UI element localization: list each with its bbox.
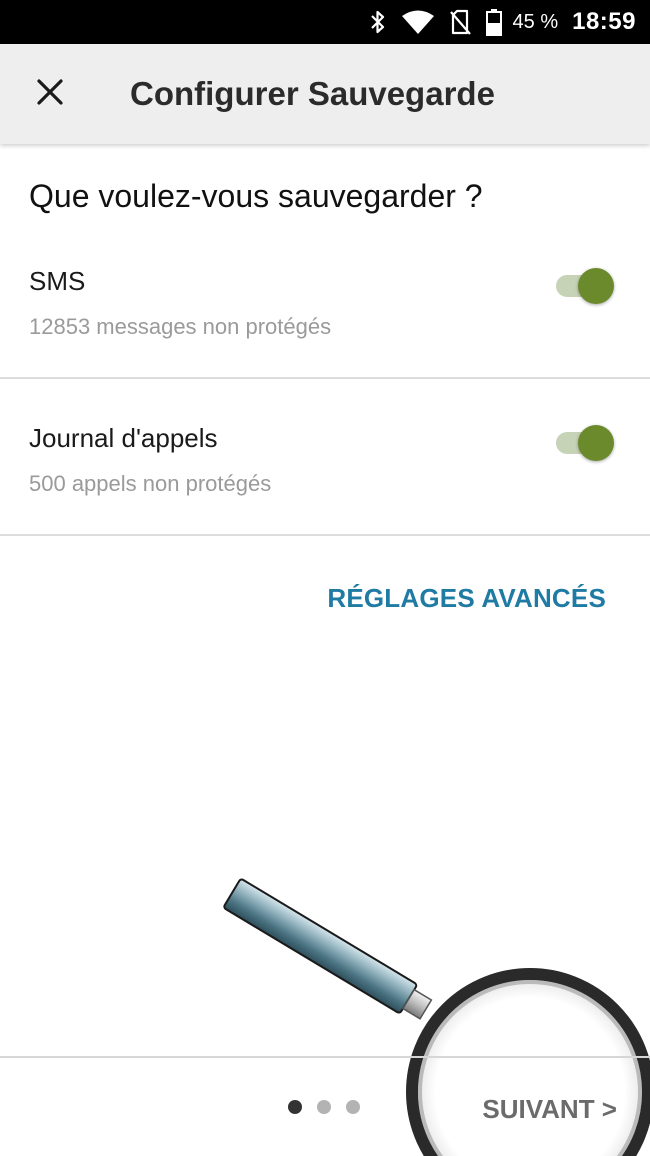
battery-icon — [485, 8, 503, 36]
option-row-call-log[interactable]: Journal d'appels 500 appels non protégés — [0, 379, 650, 536]
toggle-thumb — [578, 268, 614, 304]
status-clock: 18:59 — [572, 8, 636, 35]
wifi-icon — [401, 9, 435, 35]
toggle-thumb — [578, 425, 614, 461]
no-sim-icon — [449, 8, 471, 36]
close-button[interactable] — [22, 66, 78, 122]
page-dot-3 — [346, 1100, 360, 1114]
close-icon — [36, 78, 64, 111]
page-dot-1 — [288, 1100, 302, 1114]
call-log-toggle[interactable] — [556, 425, 614, 461]
app-toolbar: Configurer Sauvegarde — [0, 44, 650, 144]
page-indicator — [288, 1100, 360, 1114]
next-button[interactable]: SUIVANT > — [482, 1094, 617, 1125]
status-bar: 45 % 18:59 — [0, 0, 650, 44]
section-question: Que voulez-vous sauvegarder ? — [29, 178, 483, 214]
advanced-settings-link[interactable]: RÉGLAGES AVANCÉS — [327, 583, 606, 614]
battery-percent: 45 % — [512, 10, 559, 33]
option-title-call-log: Journal d'appels — [29, 423, 218, 453]
status-icons: 45 % 18:59 — [369, 0, 636, 44]
page-title: Configurer Sauvegarde — [130, 75, 495, 112]
option-row-sms[interactable]: SMS 12853 messages non protégés — [0, 222, 650, 379]
page-dot-2 — [317, 1100, 331, 1114]
option-subtitle-call-log: 500 appels non protégés — [29, 471, 272, 496]
footer-divider — [0, 1056, 650, 1058]
sms-toggle[interactable] — [556, 268, 614, 304]
option-title-sms: SMS — [29, 266, 86, 296]
option-subtitle-sms: 12853 messages non protégés — [29, 314, 332, 339]
bluetooth-icon — [369, 9, 387, 35]
